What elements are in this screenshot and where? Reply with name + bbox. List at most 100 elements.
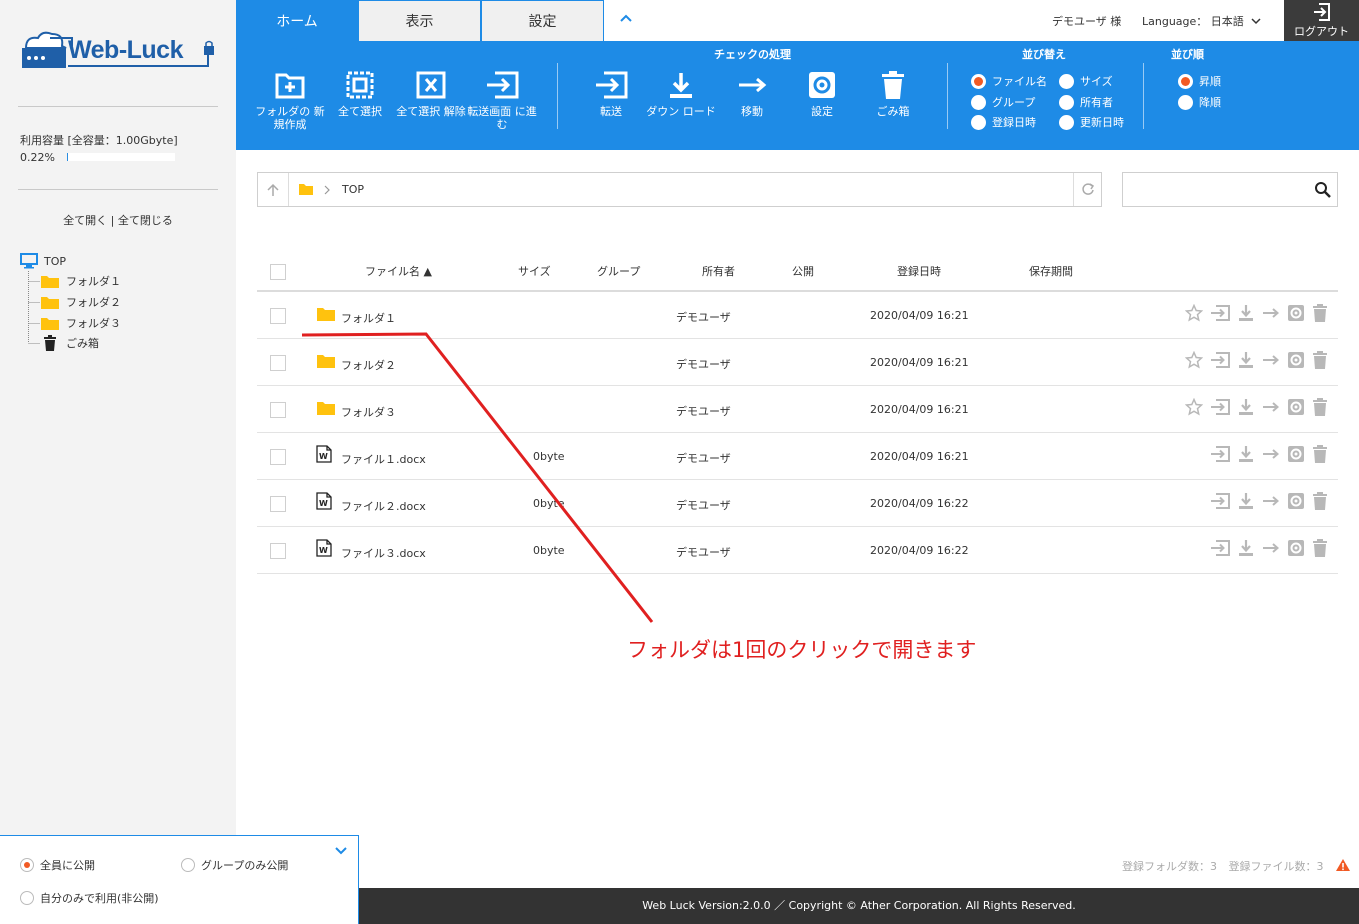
download-icon[interactable]	[1237, 398, 1255, 416]
download-icon[interactable]	[1237, 492, 1255, 510]
web-luck-logo[interactable]: Web-Luck	[20, 28, 216, 74]
file-name-link[interactable]: ファイル２.docx	[341, 498, 426, 514]
settings-icon[interactable]	[1287, 304, 1305, 322]
header-group[interactable]: グループ	[597, 263, 640, 279]
table-row[interactable]: W ファイル２.docx 0byte デモユーザ 2020/04/09 16:22	[257, 480, 1338, 527]
star-icon[interactable]	[1185, 304, 1203, 322]
header-public[interactable]: 公開	[792, 263, 814, 279]
move-button[interactable]: 移動	[717, 71, 787, 118]
download-icon[interactable]	[1237, 351, 1255, 369]
send-icon[interactable]	[1210, 351, 1230, 369]
download-icon[interactable]	[1237, 304, 1255, 322]
move-icon[interactable]	[1262, 445, 1280, 463]
table-row[interactable]: フォルダ３ デモユーザ 2020/04/09 16:21	[257, 386, 1338, 433]
star-icon[interactable]	[1185, 351, 1203, 369]
radio-button[interactable]	[1178, 94, 1193, 110]
send-icon[interactable]	[1210, 492, 1230, 510]
trash-icon[interactable]	[1312, 398, 1328, 416]
breadcrumb-current[interactable]: TOP	[342, 183, 364, 196]
star-icon[interactable]	[1185, 398, 1203, 416]
file-name-link[interactable]: ファイル３.docx	[341, 545, 426, 561]
settings-icon[interactable]	[1287, 398, 1305, 416]
send-icon[interactable]	[1210, 445, 1230, 463]
settings-icon[interactable]	[1287, 492, 1305, 510]
trash-button[interactable]: ごみ箱	[858, 71, 928, 118]
select-all-button[interactable]: 全て選択	[325, 71, 395, 118]
radio-button[interactable]	[1178, 73, 1193, 89]
send-icon[interactable]	[1210, 304, 1230, 322]
trash-icon[interactable]	[1312, 304, 1328, 322]
trash-icon[interactable]	[1312, 445, 1328, 463]
row-checkbox[interactable]	[270, 449, 286, 465]
download-icon[interactable]	[1237, 539, 1255, 557]
move-icon[interactable]	[1262, 492, 1280, 510]
radio-button[interactable]	[1059, 73, 1074, 89]
select-all-checkbox[interactable]	[270, 264, 286, 280]
sort-option-updated[interactable]: 更新日時	[1059, 114, 1124, 130]
move-icon[interactable]	[1262, 351, 1280, 369]
settings-icon[interactable]	[1287, 351, 1305, 369]
tab-home[interactable]: ホーム	[236, 0, 358, 41]
header-filename[interactable]: ファイル名 ▲	[365, 263, 432, 279]
settings-icon[interactable]	[1287, 539, 1305, 557]
radio-button[interactable]	[971, 114, 986, 130]
send-icon[interactable]	[1210, 398, 1230, 416]
warning-icon[interactable]	[1335, 858, 1351, 872]
refresh-icon[interactable]	[1081, 182, 1095, 196]
table-row[interactable]: フォルダ２ デモユーザ 2020/04/09 16:21	[257, 339, 1338, 386]
publish-option-private[interactable]: 自分のみで利用(非公開)	[20, 890, 159, 906]
tree-item-folder-2[interactable]: フォルダ２	[40, 293, 121, 311]
row-checkbox[interactable]	[270, 402, 286, 418]
chevron-up-icon[interactable]	[619, 13, 633, 23]
download-icon[interactable]	[1237, 445, 1255, 463]
chevron-down-icon[interactable]	[334, 846, 348, 856]
file-name-link[interactable]: フォルダ１	[341, 310, 396, 326]
row-checkbox[interactable]	[270, 496, 286, 512]
move-icon[interactable]	[1262, 398, 1280, 416]
file-name-link[interactable]: ファイル１.docx	[341, 451, 426, 467]
transfer-screen-button[interactable]: 転送画面 に進む	[467, 71, 537, 131]
file-name-link[interactable]: フォルダ２	[341, 357, 396, 373]
header-retention[interactable]: 保存期間	[1029, 263, 1073, 279]
radio-button[interactable]	[1059, 114, 1074, 130]
row-checkbox[interactable]	[270, 355, 286, 371]
search-input[interactable]	[1122, 172, 1338, 207]
trash-icon[interactable]	[1312, 351, 1328, 369]
tree-item-folder-3[interactable]: フォルダ３	[40, 314, 121, 332]
send-button[interactable]: 転送	[576, 71, 646, 118]
order-option-asc[interactable]: 昇順	[1178, 73, 1221, 89]
publish-option-all[interactable]: 全員に公開	[20, 857, 95, 873]
tab-settings[interactable]: 設定	[481, 0, 604, 41]
header-date[interactable]: 登録日時	[897, 263, 941, 279]
language-selector[interactable]: Language： 日本語	[1142, 13, 1261, 29]
publish-option-group[interactable]: グループのみ公開	[181, 857, 288, 873]
order-option-desc[interactable]: 降順	[1178, 94, 1221, 110]
search-icon[interactable]	[1314, 181, 1331, 198]
radio-button[interactable]	[20, 858, 34, 872]
send-icon[interactable]	[1210, 539, 1230, 557]
sort-option-filename[interactable]: ファイル名	[971, 73, 1047, 89]
table-row[interactable]: W ファイル３.docx 0byte デモユーザ 2020/04/09 16:22	[257, 527, 1338, 574]
tree-item-trash[interactable]: ごみ箱	[43, 334, 99, 352]
header-owner[interactable]: 所有者	[702, 263, 735, 279]
download-button[interactable]: ダウン ロード	[646, 71, 716, 118]
tab-view[interactable]: 表示	[358, 0, 481, 41]
collapse-all-link[interactable]: 全て閉じる	[118, 214, 173, 227]
radio-button[interactable]	[971, 94, 986, 110]
expand-all-link[interactable]: 全て開く	[63, 214, 107, 227]
header-size[interactable]: サイズ	[518, 263, 551, 279]
sort-option-owner[interactable]: 所有者	[1059, 94, 1113, 110]
settings-icon[interactable]	[1287, 445, 1305, 463]
move-icon[interactable]	[1262, 304, 1280, 322]
radio-button[interactable]	[971, 73, 986, 89]
settings-button[interactable]: 設定	[787, 71, 857, 118]
table-row[interactable]: フォルダ１ デモユーザ 2020/04/09 16:21	[257, 292, 1338, 339]
deselect-all-button[interactable]: 全て選択 解除	[396, 71, 466, 118]
tree-item-top[interactable]: TOP	[20, 252, 66, 270]
radio-button[interactable]	[20, 891, 34, 905]
radio-button[interactable]	[181, 858, 195, 872]
tree-item-folder-1[interactable]: フォルダ１	[40, 272, 121, 290]
move-icon[interactable]	[1262, 539, 1280, 557]
row-checkbox[interactable]	[270, 543, 286, 559]
trash-icon[interactable]	[1312, 492, 1328, 510]
